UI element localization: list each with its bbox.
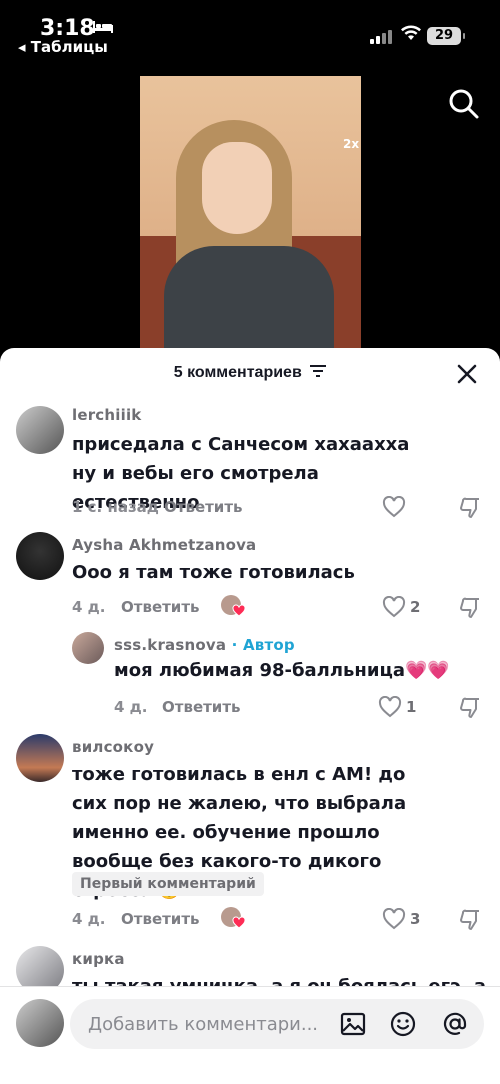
dislike-icon[interactable] bbox=[457, 696, 481, 720]
avatar[interactable] bbox=[16, 734, 64, 782]
comment-time: 4 д. bbox=[72, 910, 106, 928]
comment-composer bbox=[0, 986, 500, 1084]
wifi-icon bbox=[400, 24, 422, 47]
avatar[interactable] bbox=[16, 532, 64, 580]
at-icon[interactable] bbox=[442, 1011, 468, 1037]
comment-time: 1 с. назад bbox=[72, 498, 159, 516]
avatar[interactable] bbox=[16, 406, 64, 454]
dislike-icon[interactable] bbox=[457, 496, 481, 520]
sheet-header: 5 комментариев bbox=[0, 348, 500, 400]
like-count: 1 bbox=[406, 698, 417, 716]
comment-text: моя любимая 98-балльница💗💗 bbox=[114, 660, 450, 681]
back-to-app-link[interactable]: ◂ Таблицы bbox=[18, 38, 108, 56]
comment-username[interactable]: sss.krasnova bbox=[114, 636, 226, 654]
sleep-focus-icon bbox=[92, 18, 114, 39]
dislike-icon[interactable] bbox=[457, 596, 481, 620]
video-person-body bbox=[164, 246, 334, 352]
avatar[interactable] bbox=[72, 632, 104, 664]
creator-liked-icon bbox=[220, 594, 246, 618]
comment-item: Aysha Akhmetzanova Ооо я там тоже готови… bbox=[0, 532, 500, 622]
comment-input[interactable] bbox=[88, 999, 328, 1049]
reply-button[interactable]: Ответить bbox=[121, 598, 200, 616]
heart-icon[interactable] bbox=[378, 695, 402, 718]
my-avatar[interactable] bbox=[16, 999, 64, 1047]
heart-icon[interactable] bbox=[382, 595, 406, 618]
reply-button[interactable]: Ответить bbox=[164, 498, 243, 516]
battery-indicator: 29 bbox=[427, 27, 465, 45]
emoji-icon[interactable] bbox=[390, 1011, 416, 1037]
creator-liked-icon bbox=[220, 906, 246, 930]
comments-count-title[interactable]: 5 комментариев bbox=[0, 364, 500, 382]
search-icon[interactable] bbox=[448, 88, 480, 120]
comment-text: Ооо я там тоже готовилась bbox=[72, 562, 355, 583]
comments-sheet: 5 комментариев lerchiiik приседала с Сан… bbox=[0, 348, 500, 1084]
comment-input-wrapper bbox=[70, 999, 484, 1049]
author-dot: · bbox=[231, 636, 238, 654]
video-person-face bbox=[202, 142, 272, 234]
reply-button[interactable]: Ответить bbox=[121, 910, 200, 928]
comment-time: 4 д. bbox=[72, 598, 106, 616]
heart-icon[interactable] bbox=[382, 907, 406, 930]
status-bar: 3:18 ◂ Таблицы 29 bbox=[0, 0, 500, 60]
like-count: 3 bbox=[410, 910, 421, 928]
author-label: Автор bbox=[242, 636, 295, 654]
filter-icon[interactable] bbox=[310, 364, 327, 382]
heart-icon[interactable] bbox=[382, 495, 406, 518]
reply-header: sss.krasnova · Автор bbox=[114, 636, 295, 654]
comment-username[interactable]: Aysha Akhmetzanova bbox=[72, 536, 256, 554]
comment-username[interactable]: lerchiiik bbox=[72, 406, 141, 424]
cellular-signal-icon bbox=[370, 28, 392, 44]
comment-time: 4 д. bbox=[114, 698, 148, 716]
like-count: 2 bbox=[410, 598, 421, 616]
dislike-icon[interactable] bbox=[457, 908, 481, 932]
video-player[interactable] bbox=[140, 76, 361, 352]
comment-username[interactable]: кирка bbox=[72, 950, 125, 968]
comment-item: lerchiiik приседала с Санчесом хахааххa … bbox=[0, 402, 500, 522]
comment-item: вилсокоу тоже готовилась в енл с АМ! до … bbox=[0, 734, 500, 934]
comments-count-label: 5 комментариев bbox=[173, 364, 302, 382]
reply-item: sss.krasnova · Автор моя любимая 98-балл… bbox=[0, 632, 500, 722]
first-comment-badge: Первый комментарий bbox=[72, 872, 264, 896]
reply-button[interactable]: Ответить bbox=[162, 698, 241, 716]
playback-speed-label[interactable]: 2x bbox=[343, 137, 359, 151]
close-icon[interactable] bbox=[455, 362, 479, 386]
image-icon[interactable] bbox=[340, 1011, 366, 1037]
comment-username[interactable]: вилсокоу bbox=[72, 738, 154, 756]
